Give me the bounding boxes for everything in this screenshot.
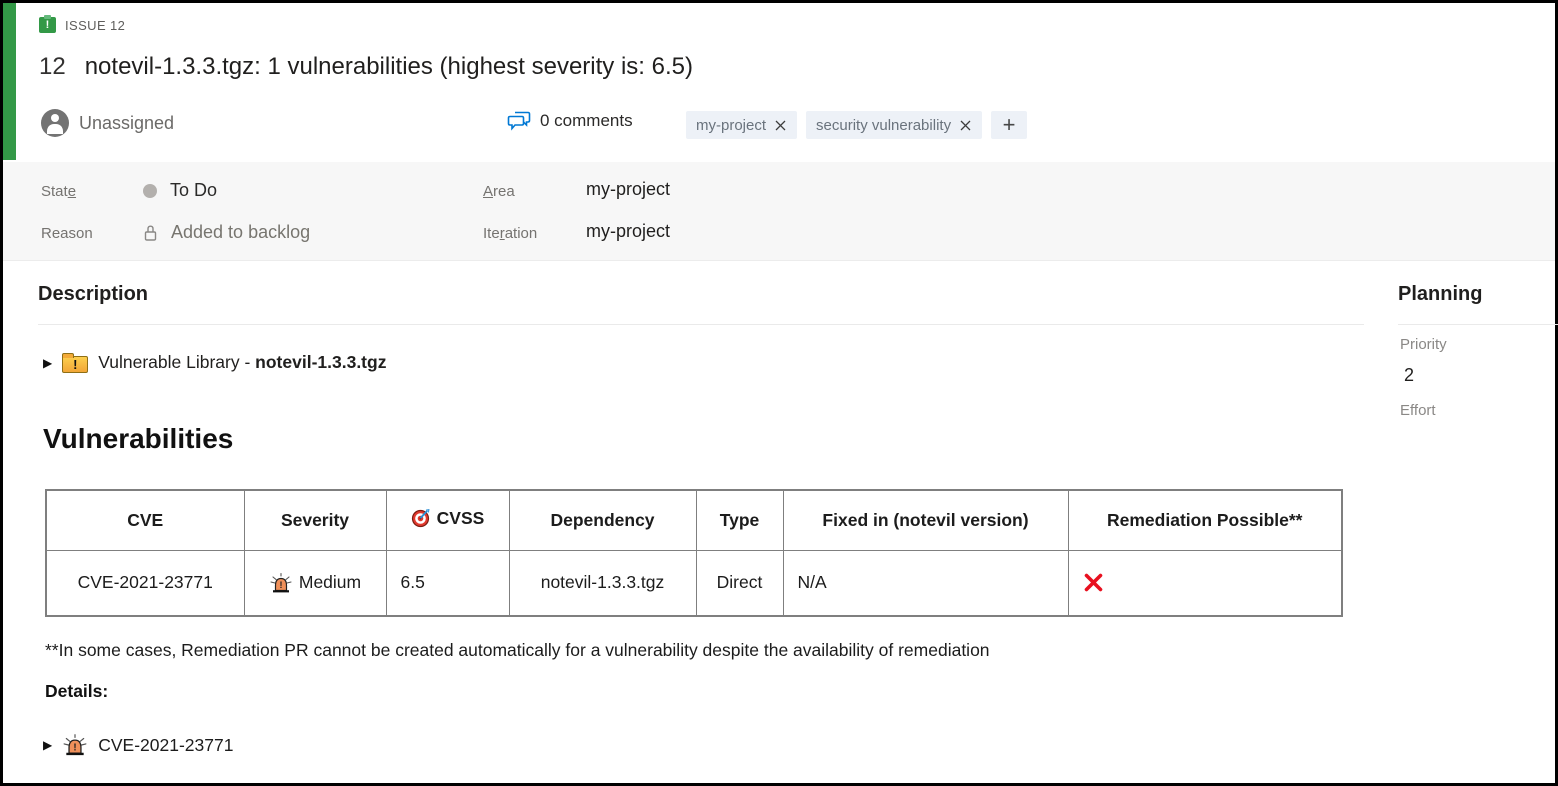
issue-type-color-bar [3, 3, 16, 160]
comments-count-label: 0 comments [540, 111, 633, 131]
cell-cvss: 6.5 [386, 550, 509, 616]
iteration-field-label: Iteration [483, 225, 537, 242]
chevron-right-icon[interactable]: ▶ [43, 738, 52, 752]
iteration-field-value[interactable]: my-project [586, 221, 670, 242]
fields-band [3, 162, 1555, 261]
svg-text:!: ! [279, 580, 282, 590]
cell-severity: ! Medium [244, 550, 386, 616]
vulnerable-library-name: notevil-1.3.3.tgz [255, 352, 386, 372]
vulnerabilities-heading: Vulnerabilities [43, 423, 233, 455]
remediation-footnote: **In some cases, Remediation PR cannot b… [45, 640, 990, 661]
table-header-row: CVE Severity [46, 490, 1342, 550]
priority-field-value[interactable]: 2 [1404, 365, 1414, 386]
vulnerable-library-toggle[interactable]: ▶ ! Vulnerable Library - notevil-1.3.3.t… [43, 352, 386, 373]
cell-cve: CVE-2021-23771 [46, 550, 244, 616]
cve-detail-label: CVE-2021-23771 [98, 735, 233, 756]
red-x-icon [1083, 572, 1342, 593]
details-heading: Details: [45, 681, 108, 702]
work-item-id: 12 [39, 53, 66, 81]
area-field-value[interactable]: my-project [586, 179, 670, 200]
target-icon [411, 508, 431, 528]
state-todo-circle-icon [143, 184, 157, 198]
assignee-label: Unassigned [79, 113, 174, 134]
col-header-fixed-in: Fixed in (notevil version) [783, 490, 1068, 550]
tag-label: security vulnerability [816, 117, 951, 134]
tag-remove-icon[interactable] [959, 119, 972, 132]
col-header-type: Type [696, 490, 783, 550]
cell-fixed-in: N/A [783, 550, 1068, 616]
cell-type: Direct [696, 550, 783, 616]
assignee-picker[interactable]: Unassigned [41, 109, 174, 137]
avatar-icon [41, 109, 69, 137]
add-tag-button[interactable]: + [991, 111, 1027, 139]
siren-medium-severity-icon: ! [62, 732, 88, 758]
priority-field-label: Priority [1400, 336, 1447, 353]
col-header-remediation: Remediation Possible** [1068, 490, 1342, 550]
col-header-dependency: Dependency [509, 490, 696, 550]
tag-remove-icon[interactable] [774, 119, 787, 132]
tag-label: my-project [696, 117, 766, 134]
tag-my-project[interactable]: my-project [686, 111, 797, 139]
state-value-text: To Do [170, 180, 217, 201]
planning-divider [1398, 324, 1558, 325]
issue-type-icon: ! [39, 17, 56, 33]
cve-detail-toggle[interactable]: ▶ ! CVE-2021-23771 [43, 732, 233, 758]
cell-remediation [1068, 550, 1342, 616]
svg-text:!: ! [74, 742, 77, 753]
col-header-severity: Severity [244, 490, 386, 550]
reason-field-value: Added to backlog [143, 222, 310, 243]
work-item-type-label: ISSUE 12 [65, 18, 125, 33]
reason-field-label: Reason [41, 225, 93, 242]
area-field-label: Area [483, 183, 515, 200]
tag-list: my-project security vulnerability + [686, 111, 1027, 139]
work-item-page: ! ISSUE 12 12 notevil-1.3.3.tgz: 1 vulne… [0, 0, 1558, 786]
cell-dependency: notevil-1.3.3.tgz [509, 550, 696, 616]
col-header-cvss: CVSS [386, 490, 509, 550]
title-row: 12 notevil-1.3.3.tgz: 1 vulnerabilities … [39, 53, 693, 81]
comments-button[interactable]: 0 comments [507, 111, 633, 131]
lock-icon [143, 224, 158, 242]
reason-value-text: Added to backlog [171, 222, 310, 243]
state-field-value[interactable]: To Do [143, 180, 217, 201]
chevron-right-icon[interactable]: ▶ [43, 356, 52, 370]
warning-folder-icon: ! [62, 356, 88, 373]
tag-security-vulnerability[interactable]: security vulnerability [806, 111, 982, 139]
vulnerability-table-row: CVE-2021-23771 ! Medium [46, 550, 1342, 616]
planning-section-title: Planning [1398, 283, 1482, 306]
comment-icon [507, 111, 531, 131]
description-section-title: Description [38, 283, 148, 306]
vulnerable-library-label: Vulnerable Library - notevil-1.3.3.tgz [98, 352, 386, 373]
description-divider [38, 324, 1364, 325]
col-header-cve: CVE [46, 490, 244, 550]
state-field-label: State [41, 183, 76, 200]
effort-field-label: Effort [1400, 402, 1436, 419]
vulnerabilities-table: CVE Severity [45, 489, 1343, 617]
work-item-title-field[interactable]: notevil-1.3.3.tgz: 1 vulnerabilities (hi… [85, 53, 693, 81]
siren-medium-severity-icon: ! [269, 571, 293, 595]
work-item-type-row: ! ISSUE 12 [39, 17, 125, 33]
